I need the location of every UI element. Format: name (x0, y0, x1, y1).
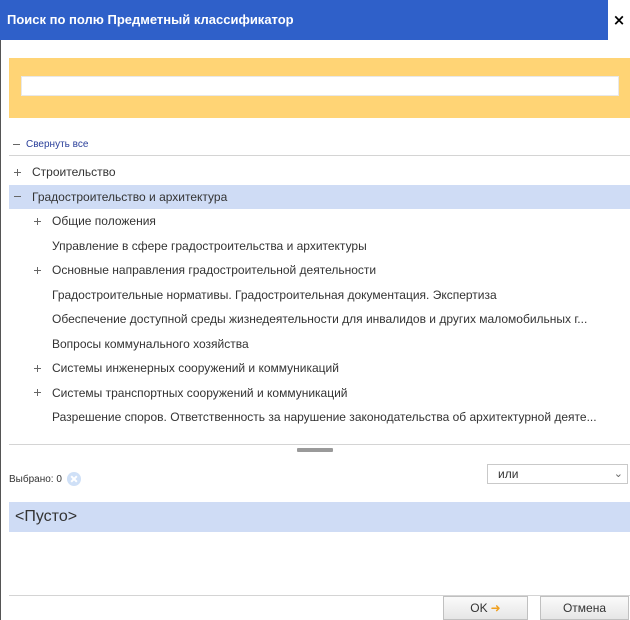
tree-item-label: Строительство (32, 165, 116, 179)
dialog-border (0, 40, 1, 620)
expand-icon[interactable] (33, 388, 42, 397)
tree-item[interactable]: Вопросы коммунального хозяйства (9, 332, 630, 356)
operator-value: или (498, 467, 519, 481)
tree-item-label: Системы инженерных сооружений и коммуник… (52, 361, 339, 375)
tree-item-label: Обеспечение доступной среды жизнедеятель… (52, 312, 588, 326)
tree-item-label: Градостроительные нормативы. Градостроит… (52, 287, 497, 302)
tree-item[interactable]: Системы инженерных сооружений и коммуник… (9, 356, 630, 380)
arrow-right-icon: ➜ (490, 601, 501, 615)
close-button[interactable]: × (608, 0, 630, 40)
tree-item-label: Управление в сфере градостроительства и … (52, 238, 367, 253)
collapse-icon[interactable] (13, 192, 22, 201)
tree-item[interactable]: Управление в сфере градостроительства и … (9, 234, 630, 258)
collapse-all-link[interactable]: Свернуть все (12, 137, 88, 151)
expand-icon[interactable] (13, 168, 22, 177)
selected-items-box: <Пусто> (9, 500, 630, 596)
operator-select[interactable]: или ⌄ (487, 464, 628, 484)
tree-item[interactable]: Общие положения (9, 209, 630, 233)
dialog-titlebar: Поиск по полю Предметный классификатор × (0, 0, 630, 40)
tree-item[interactable]: Строительство (9, 160, 630, 184)
tree-item-label: Системы транспортных сооружений и коммун… (52, 385, 348, 400)
tree-item[interactable]: Основные направления градостроительной д… (9, 258, 630, 282)
tree-item[interactable]: Разрешение споров. Ответственность за на… (9, 405, 630, 429)
tree-item[interactable]: Градостроительные нормативы. Градостроит… (9, 283, 630, 307)
cancel-button[interactable]: Отмена (540, 596, 629, 620)
ok-button[interactable]: OK ➜ (443, 596, 528, 620)
tree-item-label: Общие положения (52, 214, 156, 228)
expand-icon[interactable] (33, 364, 42, 373)
collapse-icon (12, 140, 21, 149)
search-dialog: Поиск по полю Предметный классификатор ×… (0, 0, 630, 620)
empty-placeholder: <Пусто> (9, 502, 630, 532)
tree-item-label: Градостроительство и архитектура (32, 189, 228, 204)
ok-label: OK (470, 601, 488, 615)
selected-count-label: Выбрано: 0 (9, 473, 62, 485)
classifier-tree[interactable]: Строительство Градостроительство и архите… (9, 155, 630, 445)
dialog-title: Поиск по полю Предметный классификатор (7, 12, 294, 27)
search-band (9, 58, 630, 118)
tree-item[interactable]: Обеспечение доступной среды жизнедеятель… (9, 307, 630, 331)
tree-item[interactable]: Градостроительство и архитектура (9, 184, 630, 209)
tree-item-label: Основные направления градостроительной д… (52, 263, 377, 277)
collapse-all-label: Свернуть все (26, 138, 89, 150)
resize-handle[interactable] (297, 448, 333, 452)
expand-icon[interactable] (33, 266, 42, 275)
tree-item[interactable]: Системы транспортных сооружений и коммун… (9, 381, 630, 405)
clear-selection-icon[interactable] (66, 472, 81, 486)
expand-icon[interactable] (33, 217, 42, 226)
search-input[interactable] (21, 76, 619, 96)
selected-count: Выбрано: 0 (9, 472, 81, 486)
tree-item-label: Вопросы коммунального хозяйства (52, 336, 249, 351)
chevron-down-icon: ⌄ (613, 467, 623, 480)
tree-item-label: Разрешение споров. Ответственность за на… (52, 410, 597, 424)
